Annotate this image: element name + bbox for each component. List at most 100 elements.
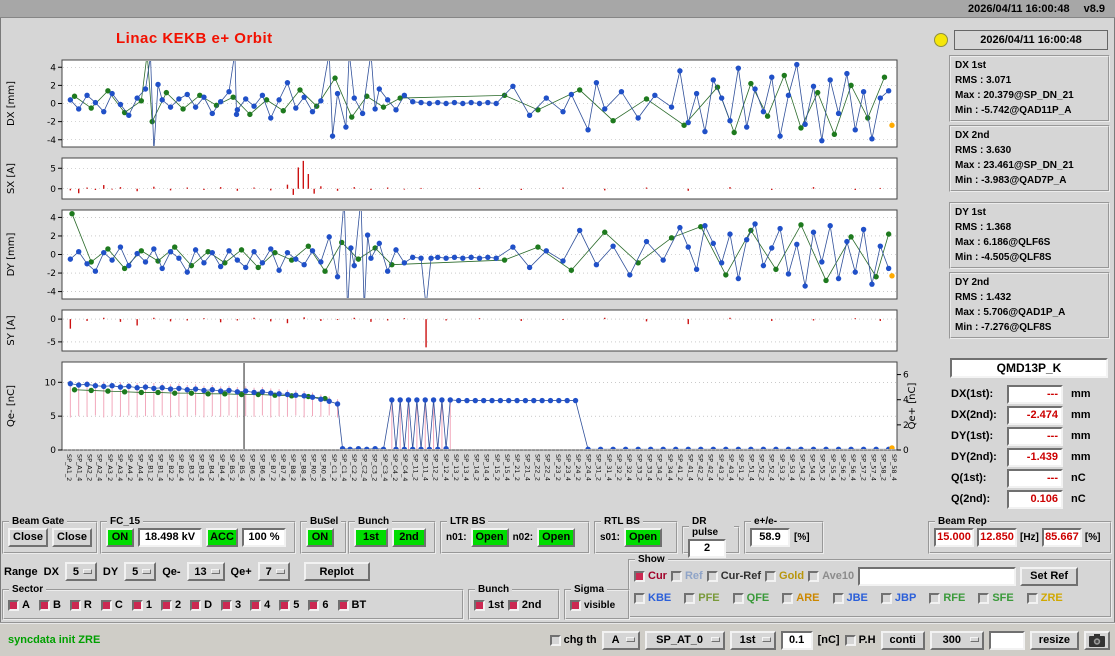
- svg-text:SP_C2_4: SP_C2_4: [360, 454, 368, 481]
- fc15-on-button[interactable]: ON: [106, 527, 134, 547]
- show-sfe-checkbox[interactable]: SFE: [978, 592, 1014, 604]
- monitor-row-unit: nC: [1071, 472, 1086, 484]
- sector-1-checkbox[interactable]: 1: [131, 599, 152, 611]
- sector-bt-label: BT: [351, 599, 367, 611]
- show-cur-ref-checkbox[interactable]: Cur-Ref: [706, 570, 761, 582]
- monitor-row-label: DY(2nd):: [951, 451, 997, 463]
- show-kbe-checkbox[interactable]: KBE: [634, 592, 671, 604]
- checkbox-indicator: [69, 599, 81, 611]
- monitor-row-value: -2.474: [1007, 405, 1063, 425]
- checkbox-indicator: [844, 634, 856, 646]
- svg-text:SP_R0_2: SP_R0_2: [309, 454, 317, 481]
- fc15-kv-field[interactable]: 18.498 kV: [138, 527, 202, 547]
- eratio-field[interactable]: 58.9: [750, 527, 790, 547]
- sector-5-checkbox[interactable]: 5: [279, 599, 299, 611]
- show-pfe-checkbox[interactable]: PFE: [684, 592, 720, 604]
- selected-monitor-name[interactable]: QMD13P_K: [950, 358, 1108, 378]
- show-ref-checkbox[interactable]: Ref: [670, 570, 703, 582]
- svg-text:4: 4: [50, 63, 56, 73]
- svg-text:SP_56_2: SP_56_2: [839, 454, 847, 481]
- ltr-n02-open-button[interactable]: Open: [537, 527, 576, 547]
- screenshot-button[interactable]: [1084, 630, 1110, 650]
- range-qe-minus-select[interactable]: 13: [186, 562, 225, 581]
- orbit-plots[interactable]: 4 2 0 -2 -4 DX [mm] 5 0 SX [A] 4 2 0 -2 -4 DY [mm] 0 -5 S…: [0, 0, 922, 516]
- sector-a-checkbox[interactable]: A: [8, 599, 30, 611]
- svg-text:SP_31_4: SP_31_4: [605, 454, 613, 481]
- sigma-legend: Sigma: [574, 584, 605, 595]
- show-gold-checkbox[interactable]: Gold: [765, 570, 804, 582]
- sector-c-checkbox[interactable]: C: [100, 599, 123, 611]
- interval-select[interactable]: 300: [929, 630, 984, 650]
- sector-5-label: 5: [293, 599, 300, 611]
- show-ave10-checkbox[interactable]: Ave10: [808, 570, 854, 582]
- svg-text:4: 4: [50, 213, 56, 223]
- ph-checkbox[interactable]: P.H: [844, 634, 876, 646]
- range-dy-label: DY: [102, 565, 119, 578]
- svg-text:SP_58_4: SP_58_4: [890, 454, 898, 481]
- option-menu-indicator-icon: [275, 568, 285, 574]
- fc15-percent-field[interactable]: 100 %: [242, 527, 286, 547]
- ref-name-input[interactable]: [858, 566, 1017, 586]
- checkbox-indicator: [250, 599, 262, 611]
- titlebar-datetime: 2026/04/11 16:00:48: [968, 2, 1070, 15]
- sector-b-checkbox[interactable]: B: [38, 599, 61, 611]
- bunch-2nd-button[interactable]: 2nd: [392, 527, 426, 547]
- resize-button[interactable]: resize: [1029, 630, 1079, 650]
- svg-text:0: 0: [50, 100, 56, 110]
- show-are-checkbox[interactable]: ARE: [782, 592, 820, 604]
- sigma-visible-checkbox[interactable]: visible: [570, 599, 616, 611]
- bpm-select[interactable]: SP_AT_0: [644, 630, 725, 650]
- threshold-input[interactable]: 0.1: [780, 630, 813, 650]
- busel-on-button[interactable]: ON: [306, 527, 334, 547]
- status-bar: syncdata init ZRE chg th A SP_AT_0 1st 0…: [0, 622, 1115, 656]
- set-ref-button[interactable]: Set Ref: [1020, 566, 1079, 586]
- chg-th-checkbox[interactable]: chg th: [549, 634, 597, 646]
- range-dx-select[interactable]: 5: [64, 562, 97, 581]
- svg-text:SP_14_4: SP_14_4: [483, 454, 491, 481]
- svg-text:0: 0: [50, 446, 56, 456]
- replot-button[interactable]: Replot: [303, 562, 370, 581]
- range-qe-plus-select[interactable]: 7: [257, 562, 290, 581]
- sigma-visible-label: visible: [584, 599, 616, 611]
- ltr-bs-legend: LTR BS: [450, 516, 486, 527]
- sector-2-checkbox[interactable]: 2: [160, 599, 181, 611]
- show-zre-checkbox[interactable]: ZRE: [1026, 592, 1063, 604]
- conti-button[interactable]: conti: [880, 630, 925, 650]
- svg-text:5: 5: [50, 412, 56, 422]
- bunch-2nd-checkbox[interactable]: 2nd: [507, 599, 541, 611]
- monitor-row-unit: mm: [1071, 451, 1091, 463]
- bunch-1st-button[interactable]: 1st: [354, 527, 388, 547]
- sector-6-checkbox[interactable]: 6: [308, 599, 329, 611]
- svg-text:2: 2: [50, 81, 56, 91]
- sector-4-checkbox[interactable]: 4: [250, 599, 270, 611]
- sector-r-checkbox[interactable]: R: [69, 599, 92, 611]
- svg-text:SP_B6_2: SP_B6_2: [248, 454, 256, 481]
- range-label: Range: [4, 565, 38, 578]
- sector-3-checkbox[interactable]: 3: [221, 599, 241, 611]
- sector-d-checkbox[interactable]: D: [190, 599, 212, 611]
- rtl-s01-open-button[interactable]: Open: [624, 527, 663, 547]
- show-qfe-checkbox[interactable]: QFE: [732, 592, 769, 604]
- range-dy-select[interactable]: 5: [124, 562, 157, 581]
- sector-bt-checkbox[interactable]: BT: [337, 599, 367, 611]
- show-jbe-checkbox[interactable]: JBE: [832, 592, 868, 604]
- svg-text:-4: -4: [47, 288, 56, 298]
- bunch-1st-checkbox[interactable]: 1st: [474, 599, 504, 611]
- ltr-n01-open-button[interactable]: Open: [470, 527, 509, 547]
- aux-input[interactable]: [988, 630, 1025, 650]
- stats-min: Min : -7.276@QLF8S: [955, 322, 1052, 333]
- svg-text:SP_C4_2: SP_C4_2: [391, 454, 399, 481]
- fc15-acc-button[interactable]: ACC: [206, 527, 238, 547]
- beam-gate-legend: Beam Gate: [12, 516, 65, 527]
- checkbox-indicator: [634, 570, 645, 582]
- beam-gate-close-1-button[interactable]: Close: [8, 527, 48, 547]
- svg-text:SP_24_4: SP_24_4: [584, 454, 592, 481]
- svg-text:SP_51_2: SP_51_2: [737, 454, 745, 481]
- show-rfe-checkbox[interactable]: RFE: [929, 592, 965, 604]
- show-cur-checkbox[interactable]: Cur: [634, 570, 667, 582]
- show-group: Show Cur Ref Cur-Ref Gold Ave10 Set Ref …: [628, 554, 1112, 618]
- show-jbp-checkbox[interactable]: JBP: [880, 592, 916, 604]
- bunch-number-select[interactable]: 1st: [729, 630, 776, 650]
- bucket-select[interactable]: A: [601, 630, 640, 650]
- beam-gate-close-2-button[interactable]: Close: [52, 527, 92, 547]
